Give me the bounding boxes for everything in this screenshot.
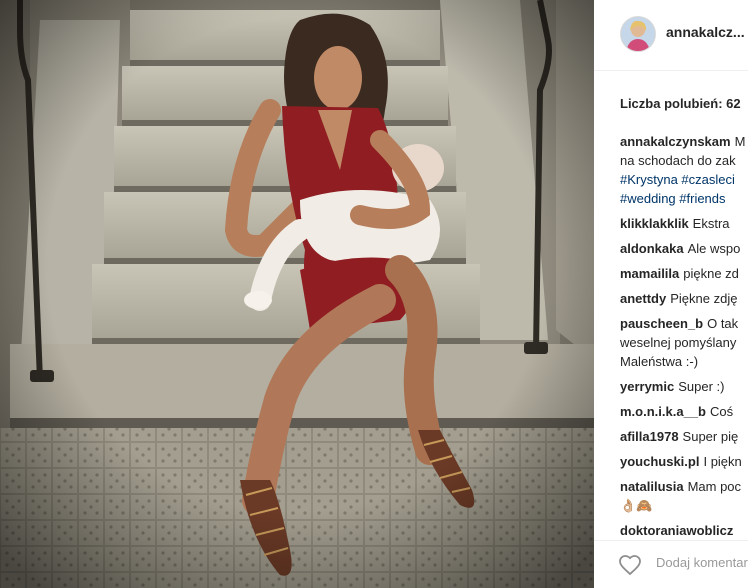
- caption-username[interactable]: annakalczynskam: [620, 134, 731, 149]
- comment-item: natalilusia Mam poc 👌🏼🙈: [620, 477, 748, 515]
- comment-username[interactable]: afilla1978: [620, 429, 679, 444]
- post-header: annakalcz...: [594, 0, 748, 71]
- comment-text: O tak: [707, 316, 739, 331]
- comment-username[interactable]: anettdy: [620, 291, 666, 306]
- comment-text: Piękne zdję: [670, 291, 738, 306]
- comment-item: afilla1978 Super pię: [620, 427, 748, 446]
- comment-username[interactable]: yerrymic: [620, 379, 674, 394]
- username-link[interactable]: annakalcz...: [666, 24, 745, 40]
- comment-username[interactable]: doktoraniawoblicz: [620, 523, 733, 538]
- comment-item: m.o.n.i.k.a__b Coś: [620, 402, 748, 421]
- comment-username[interactable]: youchuski.pl: [620, 454, 699, 469]
- comment-item: doktoraniawoblicz: [620, 521, 748, 540]
- comment-text: piękne zd: [683, 266, 739, 281]
- comment-item: klikklakklik Ekstra: [620, 214, 748, 233]
- comment-text: Ekstra: [692, 216, 730, 231]
- comment-text: Super pię: [682, 429, 739, 444]
- like-heart-icon[interactable]: [618, 553, 642, 577]
- comment-username[interactable]: m.o.n.i.k.a__b: [620, 404, 706, 419]
- comment-text-line: Maleństwa :-): [620, 354, 699, 369]
- comment-emoji-line: 👌🏼🙈: [620, 498, 653, 513]
- comment-text: I piękn: [703, 454, 742, 469]
- comment-username[interactable]: klikklakklik: [620, 216, 689, 231]
- post-photo: [0, 0, 594, 588]
- comment-text-line: weselnej pomyślany: [620, 335, 737, 350]
- comment-username[interactable]: aldonkaka: [620, 241, 684, 256]
- likes-count[interactable]: Liczba polubień: 62: [620, 96, 741, 111]
- comments-list: annakalczynskam M na schodach do zak #Kry…: [620, 132, 748, 546]
- comment-item: youchuski.pl I piękn: [620, 452, 748, 471]
- caption: annakalczynskam M na schodach do zak #Kry…: [620, 132, 748, 208]
- comment-item: anettdy Piękne zdję: [620, 289, 748, 308]
- comment-text: Ale wspo: [687, 241, 741, 256]
- comment-username[interactable]: pauscheen_b: [620, 316, 703, 331]
- avatar[interactable]: [620, 16, 656, 52]
- comment-item: mamailila piękne zd: [620, 264, 748, 283]
- comment-text: Mam poc: [687, 479, 742, 494]
- comment-username[interactable]: natalilusia: [620, 479, 684, 494]
- caption-hashtags[interactable]: #wedding #friends: [620, 189, 748, 208]
- comment-text: Coś: [709, 404, 734, 419]
- caption-hashtags[interactable]: #Krystyna #czasleci: [620, 170, 748, 189]
- comment-item: pauscheen_b O tak weselnej pomyślany Male…: [620, 314, 748, 371]
- caption-text-line: M: [734, 134, 746, 149]
- comment-username[interactable]: mamailila: [620, 266, 679, 281]
- comment-footer: Dodaj komentarz: [594, 540, 748, 588]
- comment-text: Super :): [678, 379, 725, 394]
- photo-illustration: [0, 0, 594, 588]
- post-side-panel: annakalcz... Liczba polubień: 62 annakal…: [594, 0, 748, 588]
- comment-item: yerrymic Super :): [620, 377, 748, 396]
- caption-text-line: na schodach do zak: [620, 153, 736, 168]
- add-comment-input[interactable]: Dodaj komentarz: [656, 555, 748, 570]
- comment-item: aldonkaka Ale wspo: [620, 239, 748, 258]
